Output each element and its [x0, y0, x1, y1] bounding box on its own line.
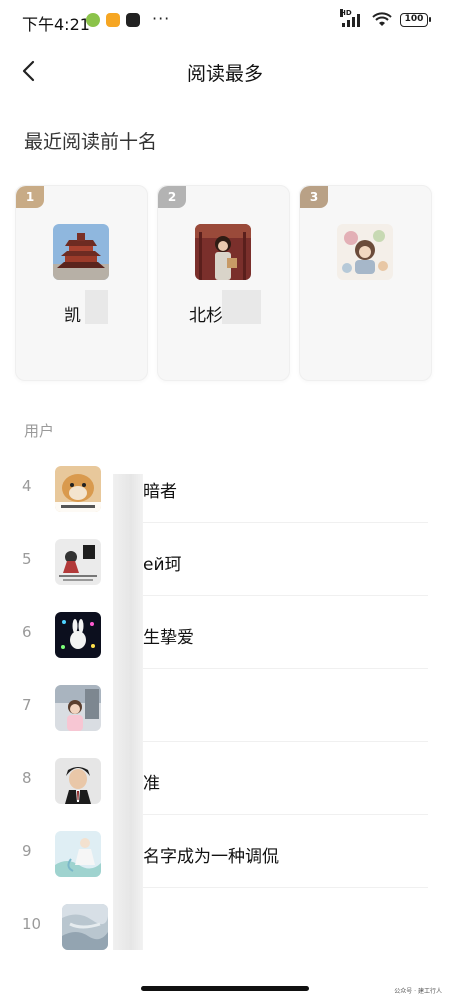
- more-notifications-icon: ···: [152, 9, 171, 28]
- rank-number: 5: [22, 550, 32, 568]
- hd-label: HD: [340, 8, 352, 17]
- status-indicators: HD 100: [340, 8, 431, 27]
- avatar[interactable]: [55, 539, 101, 585]
- home-indicator[interactable]: [141, 986, 309, 991]
- rank-badge: 3: [300, 186, 328, 208]
- app-notification-icon: [126, 13, 140, 27]
- battery-icon: 100: [400, 12, 431, 27]
- section-title: 最近阅读前十名: [24, 131, 158, 153]
- avatar[interactable]: [53, 224, 109, 280]
- top-reader-card[interactable]: 2 北杉: [157, 185, 290, 381]
- user-name: 生挚爱: [143, 628, 194, 648]
- avatar[interactable]: [195, 224, 251, 280]
- avatar[interactable]: [55, 466, 101, 512]
- redaction-block: [85, 290, 108, 324]
- user-name: 名字成为一种调侃: [143, 847, 279, 867]
- rank-badge: 2: [158, 186, 186, 208]
- avatar[interactable]: [337, 224, 393, 280]
- rank-number: 10: [22, 915, 42, 933]
- rank-number: 7: [22, 696, 32, 714]
- list-item[interactable]: 6 生挚爱: [0, 596, 450, 669]
- card-name: 凯: [64, 306, 81, 326]
- list-item[interactable]: 10: [0, 888, 450, 961]
- list-item[interactable]: 5 ей珂: [0, 523, 450, 596]
- list-item[interactable]: 7: [0, 669, 450, 742]
- status-time: 下午4:21: [22, 15, 90, 34]
- watermark: 公众号 · 建工行人: [394, 988, 442, 995]
- wifi-icon: [372, 12, 392, 26]
- redaction-block: [113, 474, 143, 950]
- rank-number: 9: [22, 842, 32, 860]
- user-name: 准: [143, 774, 160, 794]
- app-notification-icon: [86, 13, 100, 27]
- rank-number: 4: [22, 477, 32, 495]
- avatar[interactable]: [62, 904, 108, 950]
- user-name: 暗者: [143, 482, 177, 502]
- list-label: 用户: [24, 422, 55, 440]
- avatar[interactable]: [55, 758, 101, 804]
- rank-number: 6: [22, 623, 32, 641]
- top-reader-card[interactable]: 3: [299, 185, 432, 381]
- redaction-block: [222, 290, 261, 324]
- notification-icons: [86, 13, 140, 27]
- header: 阅读最多: [0, 48, 450, 94]
- rank-number: 8: [22, 769, 32, 787]
- user-name: ей珂: [143, 555, 182, 575]
- card-name: 北杉: [189, 306, 223, 326]
- app-notification-icon: [106, 13, 120, 27]
- list-item[interactable]: 4 暗者: [0, 450, 450, 523]
- avatar[interactable]: [55, 685, 101, 731]
- top-reader-card[interactable]: 1 凯: [15, 185, 148, 381]
- status-bar: 下午4:21 ··· HD 100: [0, 0, 450, 42]
- signal-icon: HD: [340, 8, 364, 27]
- rank-badge: 1: [16, 186, 44, 208]
- avatar[interactable]: [55, 612, 101, 658]
- list-item[interactable]: 8 准: [0, 742, 450, 815]
- list-item[interactable]: 9 名字成为一种调侃: [0, 815, 450, 888]
- page-title: 阅读最多: [186, 63, 263, 85]
- avatar[interactable]: [55, 831, 101, 877]
